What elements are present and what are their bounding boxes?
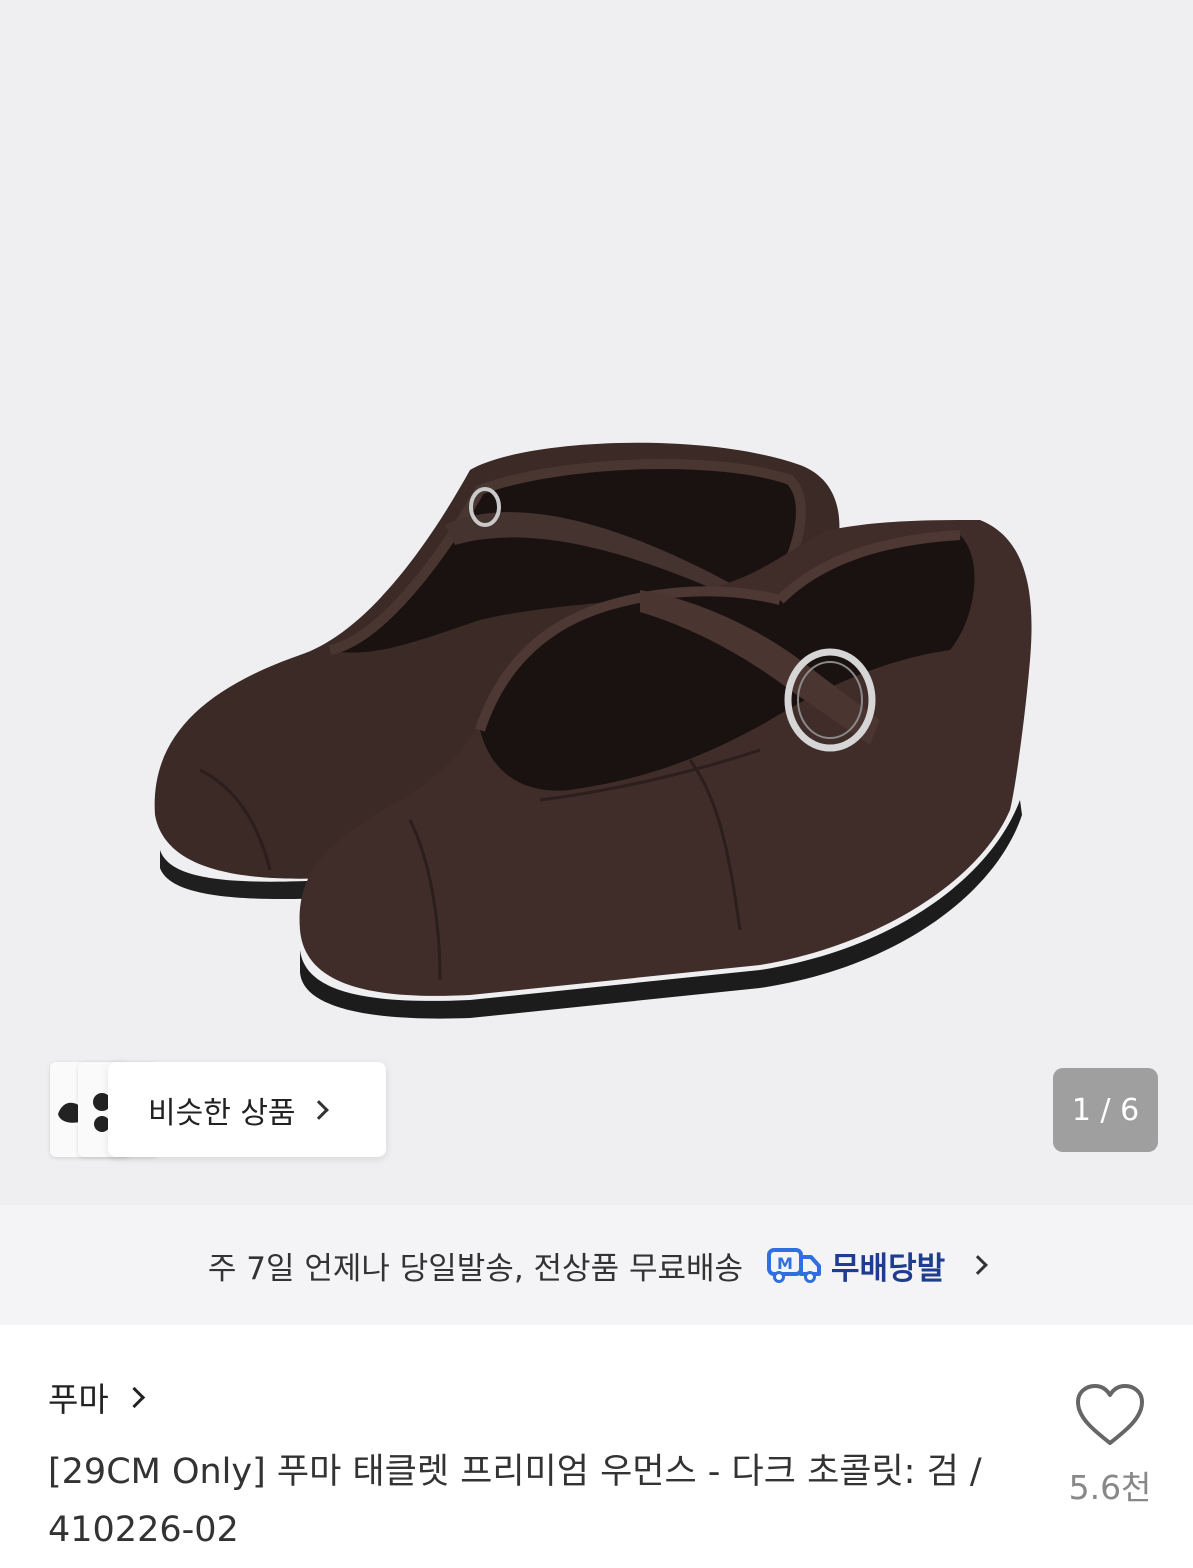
heart-outline-icon: [1076, 1384, 1144, 1445]
product-info: 푸마 [29CM Only] 푸마 태클렛 프리미엄 우먼스 - 다크 초콜릿:…: [0, 1325, 1193, 1568]
chevron-right-icon: [308, 1099, 329, 1120]
product-image-gallery[interactable]: 비슷한 상품 1 / 6: [0, 0, 1193, 1205]
like-count: 5.6천: [1068, 1468, 1152, 1507]
image-pager: 1 / 6: [1053, 1068, 1158, 1152]
shipping-badge-label: 무배당발: [831, 1250, 946, 1287]
product-image: [154, 442, 1032, 1019]
m-truck-icon: M: [767, 1248, 822, 1283]
shipping-badge: M 무배당발: [767, 1243, 945, 1288]
similar-products-button[interactable]: 비슷한 상품: [50, 1062, 386, 1157]
shipping-banner[interactable]: 주 7일 언제나 당일발송, 전상품 무료배송 M 무배당발: [0, 1205, 1193, 1325]
like-button[interactable]: 5.6천: [1060, 1383, 1160, 1509]
chevron-right-icon: [123, 1386, 145, 1408]
product-title: [29CM Only] 푸마 태클렛 프리미엄 우먼스 - 다크 초콜릿: 검 …: [48, 1452, 982, 1550]
svg-text:M: M: [777, 1254, 793, 1273]
shipping-text: 주 7일 언제나 당일발송, 전상품 무료배송: [207, 1250, 744, 1287]
brand-name: 푸마: [48, 1380, 109, 1419]
similar-products-pill[interactable]: 비슷한 상품: [108, 1062, 386, 1157]
similar-products-label: 비슷한 상품: [148, 1095, 296, 1131]
brand-link[interactable]: 푸마: [48, 1373, 145, 1421]
chevron-right-icon: [968, 1255, 989, 1275]
